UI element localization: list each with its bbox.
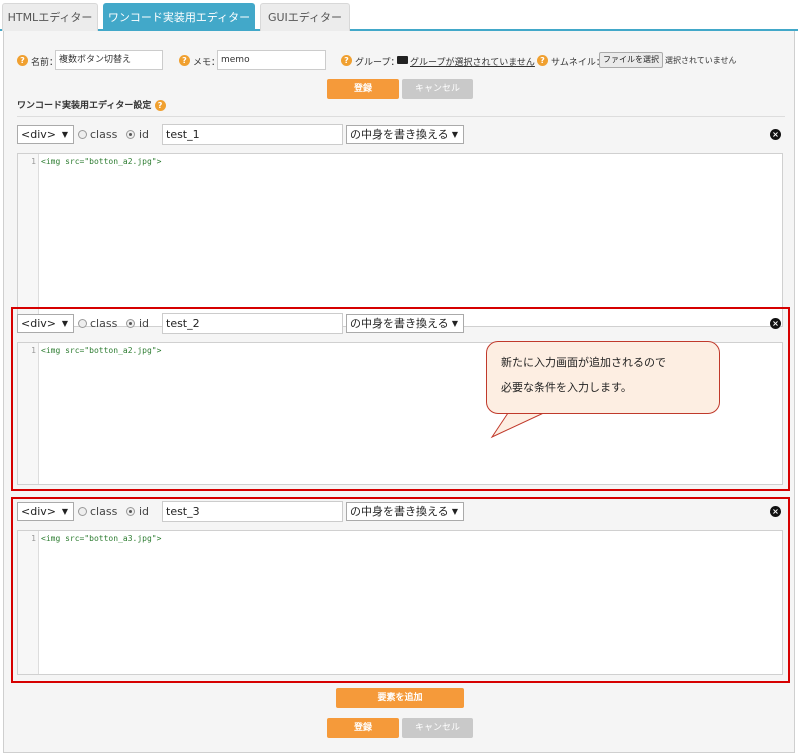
file-status: 選択されていません	[665, 56, 737, 65]
add-element-button[interactable]: 要素を追加	[336, 688, 464, 708]
class-radio-label: class	[90, 317, 118, 330]
id-radio[interactable]	[126, 130, 135, 139]
help-icon[interactable]: ?	[154, 100, 166, 111]
action-select[interactable]: の中身を書き換える ▼	[346, 314, 464, 333]
editor-tabs: HTMLエディター ワンコード実装用エディター GUIエディター	[0, 0, 798, 31]
chevron-down-icon: ▼	[61, 319, 68, 328]
close-icon[interactable]: ×	[770, 129, 781, 140]
group-label: グループ：	[355, 58, 400, 68]
id-radio[interactable]	[126, 319, 135, 328]
cancel-button[interactable]: キャンセル	[402, 79, 473, 99]
id-radio-label: id	[139, 128, 150, 141]
code-line[interactable]: <img src="botton_a2.jpg">	[41, 157, 161, 166]
help-icon[interactable]: ?	[17, 55, 28, 66]
action-select[interactable]: の中身を書き換える ▼	[346, 502, 464, 521]
tab-onecode-editor[interactable]: ワンコード実装用エディター	[103, 3, 255, 31]
code-line[interactable]: <img src="botton_a2.jpg">	[41, 346, 161, 355]
chevron-down-icon: ▼	[61, 130, 68, 139]
action-select-value: の中身を書き換える	[350, 505, 449, 518]
line-number: 1	[31, 157, 36, 166]
action-select[interactable]: の中身を書き換える ▼	[346, 125, 464, 144]
tag-select[interactable]: <div> ▼	[17, 314, 74, 333]
chevron-down-icon: ▼	[451, 507, 458, 516]
line-gutter: 1	[18, 343, 39, 484]
callout-line-2: 必要な条件を入力します。	[501, 381, 632, 394]
selector-input[interactable]: test_3	[162, 501, 343, 522]
name-label: 名前：	[31, 58, 59, 68]
callout-line-1: 新たに入力画面が追加されるので	[501, 356, 666, 369]
chevron-down-icon: ▼	[61, 507, 68, 516]
chevron-down-icon: ▼	[451, 130, 458, 139]
id-radio-label: id	[139, 317, 150, 330]
line-gutter: 1	[18, 531, 39, 674]
class-radio[interactable]	[78, 130, 87, 139]
register-button[interactable]: 登録	[327, 79, 399, 99]
class-radio[interactable]	[78, 319, 87, 328]
code-editor[interactable]: 1 <img src="botton_a2.jpg">	[17, 153, 783, 327]
line-number: 1	[31, 534, 36, 543]
selector-input[interactable]: test_2	[162, 313, 343, 334]
cancel-button-bottom[interactable]: キャンセル	[402, 718, 473, 738]
line-number: 1	[31, 346, 36, 355]
action-select-value: の中身を書き換える	[350, 128, 449, 141]
memo-field[interactable]: memo	[217, 50, 326, 70]
choose-file-button[interactable]: ファイルを選択	[599, 52, 663, 68]
divider	[17, 116, 785, 117]
id-radio-label: id	[139, 505, 150, 518]
settings-title: ワンコード実装用エディター設定 ?	[17, 98, 166, 111]
chevron-down-icon: ▼	[451, 319, 458, 328]
tag-select-value: <div>	[21, 505, 56, 518]
tag-select-value: <div>	[21, 128, 56, 141]
callout-bubble: 新たに入力画面が追加されるので 必要な条件を入力します。	[486, 341, 720, 414]
group-select-link[interactable]: グループが選択されていません	[410, 55, 535, 68]
register-button-bottom[interactable]: 登録	[327, 718, 399, 738]
memo-label: メモ：	[193, 58, 221, 68]
code-line[interactable]: <img src="botton_a3.jpg">	[41, 534, 161, 543]
name-field[interactable]: 複数ボタン切替え	[55, 50, 163, 70]
help-icon[interactable]: ?	[537, 55, 548, 66]
help-icon[interactable]: ?	[341, 55, 352, 66]
class-radio[interactable]	[78, 507, 87, 516]
tab-gui-editor[interactable]: GUIエディター	[260, 3, 350, 31]
tag-select[interactable]: <div> ▼	[17, 125, 74, 144]
selector-input[interactable]: test_1	[162, 124, 343, 145]
close-icon[interactable]: ×	[770, 318, 781, 329]
thumbnail-label: サムネイル：	[551, 58, 605, 68]
settings-title-text: ワンコード実装用エディター設定	[17, 101, 152, 111]
id-radio[interactable]	[126, 507, 135, 516]
class-radio-label: class	[90, 505, 118, 518]
tab-html-editor[interactable]: HTMLエディター	[2, 3, 98, 31]
help-icon[interactable]: ?	[179, 55, 190, 66]
tag-select-value: <div>	[21, 317, 56, 330]
class-radio-label: class	[90, 128, 118, 141]
close-icon[interactable]: ×	[770, 506, 781, 517]
code-editor[interactable]: 1 <img src="botton_a3.jpg">	[17, 530, 783, 675]
line-gutter: 1	[18, 154, 39, 326]
tag-select[interactable]: <div> ▼	[17, 502, 74, 521]
folder-icon	[397, 56, 408, 64]
action-select-value: の中身を書き換える	[350, 317, 449, 330]
callout-tail	[490, 410, 551, 439]
